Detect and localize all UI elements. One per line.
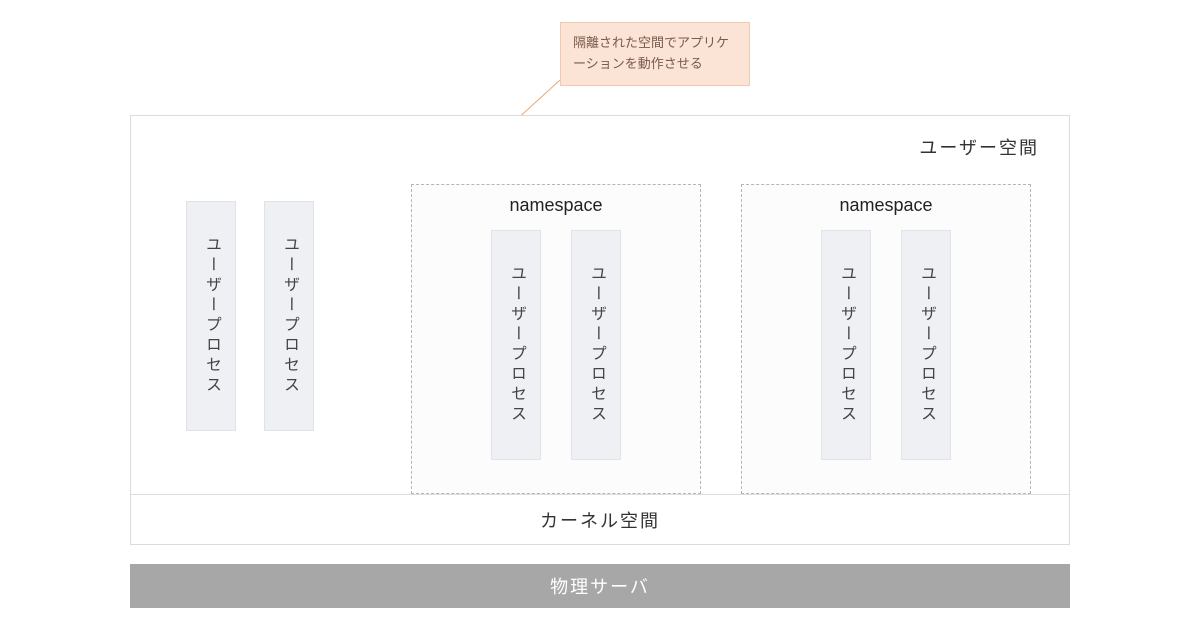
user-process: ユーザープロセス: [821, 230, 871, 460]
user-process: ユーザープロセス: [491, 230, 541, 460]
callout-note: 隔離された空間でアプリケーションを動作させる: [560, 22, 750, 86]
user-process-label: ユーザープロセス: [277, 236, 301, 396]
user-process: ユーザープロセス: [571, 230, 621, 460]
user-process: ユーザープロセス: [186, 201, 236, 431]
plain-process-group: ユーザープロセス ユーザープロセス: [186, 201, 314, 431]
kernel-space-label: カーネル空間: [540, 507, 660, 533]
user-process: ユーザープロセス: [264, 201, 314, 431]
namespace-box: namespace ユーザープロセス ユーザープロセス: [741, 184, 1031, 494]
user-process: ユーザープロセス: [901, 230, 951, 460]
namespace-title: namespace: [412, 195, 700, 216]
namespace-process-group: ユーザープロセス ユーザープロセス: [412, 230, 700, 460]
physical-server-label: 物理サーバ: [550, 573, 650, 599]
physical-server-box: 物理サーバ: [130, 564, 1070, 608]
user-process-label: ユーザープロセス: [584, 265, 608, 425]
user-process-label: ユーザープロセス: [914, 265, 938, 425]
callout-text: 隔離された空間でアプリケーションを動作させる: [573, 35, 729, 71]
user-space-box: ユーザー空間 ユーザープロセス ユーザープロセス namespace ユーザープ…: [130, 115, 1070, 495]
namespace-process-group: ユーザープロセス ユーザープロセス: [742, 230, 1030, 460]
user-process-label: ユーザープロセス: [504, 265, 528, 425]
kernel-space-box: カーネル空間: [130, 495, 1070, 545]
namespace-box: namespace ユーザープロセス ユーザープロセス: [411, 184, 701, 494]
user-process-label: ユーザープロセス: [834, 265, 858, 425]
user-space-label: ユーザー空間: [919, 134, 1039, 160]
user-process-label: ユーザープロセス: [199, 236, 223, 396]
namespace-title: namespace: [742, 195, 1030, 216]
